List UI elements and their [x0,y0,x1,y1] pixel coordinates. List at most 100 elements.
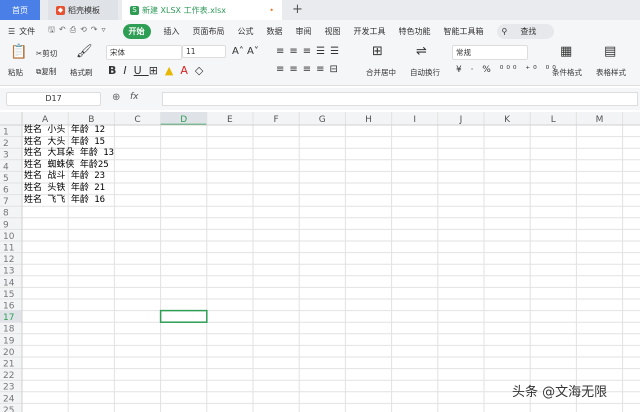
search-button[interactable]: ⚲ 查找 [496,23,555,39]
cell-A1[interactable]: 姓名 小头 年龄 12 [24,125,105,137]
cell-A4[interactable]: 姓名 蜘蛛侠 年龄25 [24,160,109,172]
row-header-18[interactable]: 18 [3,325,15,335]
column-header-H[interactable]: H [365,115,372,125]
zoom-icon[interactable]: ⊕ [112,92,120,103]
table-style-button[interactable]: 表格样式 [596,67,626,78]
font-size-select[interactable]: 11 [182,45,226,58]
number-format-select[interactable]: 常规 [452,45,528,60]
cut-label: 剪切 [42,49,58,58]
column-header-B[interactable]: B [88,115,94,125]
format-painter-button[interactable]: 格式刷 [70,67,93,78]
tab-bar: 首页 ◆ 稻壳模板 S 新建 XLSX 工作表.xlsx • + [0,0,640,20]
row-header-1[interactable]: 1 [3,128,9,138]
row-header-24[interactable]: 24 [3,394,15,404]
fx-button[interactable]: fx [130,92,139,102]
search-label: 查找 [520,26,537,36]
row-header-14[interactable]: 14 [3,278,15,288]
font-style-buttons[interactable]: BIU⊞▲A◇ [108,64,210,77]
menu-insert[interactable]: 插入 [164,26,180,37]
row-header-15[interactable]: 15 [3,290,14,300]
row-header-16[interactable]: 16 [3,302,15,312]
row-header-22[interactable]: 22 [3,371,14,381]
formula-input[interactable] [162,92,638,106]
row-header-2[interactable]: 2 [3,139,9,149]
formula-bar: D17 ⊕ fx [0,88,640,110]
selected-cell-D17[interactable] [159,309,208,323]
row-header-3[interactable]: 3 [3,151,9,161]
merge-button[interactable]: 合并居中 [366,67,396,78]
search-icon: ⚲ [501,26,508,36]
menu-features[interactable]: 特色功能 [399,26,431,37]
menu-page-layout[interactable]: 页面布局 [193,26,225,37]
row-header-23[interactable]: 23 [3,383,14,393]
column-header-F[interactable]: F [274,115,279,125]
copy-label: 复制 [41,67,57,76]
quick-access-icons[interactable]: 🖫↶⎙⟲↷▿ [48,24,109,38]
tab-home[interactable]: 首页 [0,0,40,20]
menu-formulas[interactable]: 公式 [238,26,254,37]
row-header-4[interactable]: 4 [3,162,9,172]
align-buttons-2[interactable]: ≡≡≡≡⊟ [276,64,343,75]
brush-icon[interactable]: 🖌 [76,44,93,59]
cell-A3[interactable]: 姓名 大耳朵 年龄 13 [24,148,114,160]
cut-button[interactable]: ✂剪切 [36,48,57,59]
sheet-icon: S [130,5,139,15]
font-select[interactable]: 宋体 [106,45,182,60]
row-header-9[interactable]: 9 [3,220,9,230]
row-header-11[interactable]: 11 [3,244,14,254]
column-header-L[interactable]: L [551,115,556,125]
docer-icon: ◆ [56,5,65,15]
number-buttons[interactable]: ¥ · % ⁰⁰⁰ ⁺⁰ ⁰⁰ [456,65,559,75]
column-header-G[interactable]: G [319,115,326,125]
paste-button[interactable]: 粘贴 [8,67,23,78]
cond-format-icon[interactable]: ▦ [560,44,572,59]
row-header-17[interactable]: 17 [3,313,14,323]
row-header-13[interactable]: 13 [3,267,14,277]
name-box[interactable]: D17 [6,92,101,106]
unsaved-dot-icon[interactable]: • [269,6,274,15]
font-grow-shrink-icons[interactable]: A˄ A˅ [232,46,259,57]
row-header-5[interactable]: 5 [3,174,9,184]
menu-icon[interactable]: ☰ [8,27,15,36]
paste-icon[interactable]: 📋 [10,44,27,60]
menu-file[interactable]: 文件 [19,26,35,37]
cell-A6[interactable]: 姓名 头铁 年龄 21 [24,183,105,195]
column-header-C[interactable]: C [134,115,140,125]
row-header-25[interactable]: 25 [3,406,14,412]
tab-workbook[interactable]: S 新建 XLSX 工作表.xlsx • [122,0,282,20]
column-header-J[interactable]: J [459,115,463,125]
merge-icon[interactable]: ⊞ [372,44,383,59]
cond-format-button[interactable]: 条件格式 [552,67,582,78]
tab-template[interactable]: ◆ 稻壳模板 [48,0,118,20]
copy-button[interactable]: ⧉复制 [36,66,56,77]
menu-review[interactable]: 审阅 [296,26,312,37]
menu-data[interactable]: 数据 [267,26,283,37]
column-header-M[interactable]: M [596,115,604,125]
column-header-D[interactable]: D [180,115,187,125]
new-tab-button[interactable]: + [292,2,303,17]
row-header-12[interactable]: 12 [3,255,14,265]
menu-developer[interactable]: 开发工具 [354,26,386,37]
menu-start[interactable]: 开始 [122,23,151,39]
cell-A5[interactable]: 姓名 战斗 年龄 23 [24,171,105,183]
column-header-A[interactable]: A [42,115,49,125]
cell-A2[interactable]: 姓名 大头 年龄 15 [24,137,105,149]
menu-view[interactable]: 视图 [325,26,341,37]
tab-label: 首页 [12,5,28,15]
menu-toolbox[interactable]: 智能工具箱 [444,26,484,37]
row-header-6[interactable]: 6 [3,186,9,196]
column-header-I[interactable]: I [413,115,416,125]
column-header-E[interactable]: E [227,115,233,125]
row-header-8[interactable]: 8 [3,209,9,219]
wrap-icon[interactable]: ⇌ [416,44,427,59]
align-buttons[interactable]: ≡≡≡☰☰ [276,46,344,57]
watermark: 头条 @文海无限 [512,385,608,400]
row-header-19[interactable]: 19 [3,336,15,346]
row-header-21[interactable]: 21 [3,360,14,370]
row-header-20[interactable]: 20 [3,348,15,358]
cell-A7[interactable]: 姓名 飞飞 年龄 16 [24,195,105,207]
row-header-10[interactable]: 10 [3,232,15,242]
wrap-button[interactable]: 自动换行 [410,67,440,78]
row-header-7[interactable]: 7 [3,197,9,207]
table-style-icon[interactable]: ▤ [604,44,616,59]
